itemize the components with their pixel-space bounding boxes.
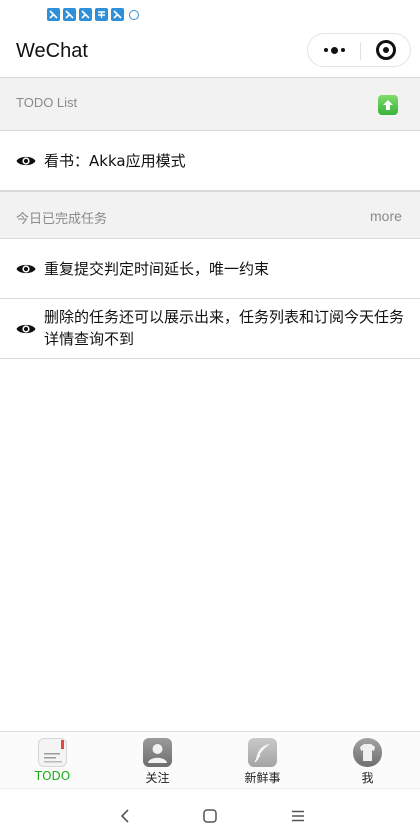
status-bar <box>0 0 420 30</box>
done-item[interactable]: 重复提交判定时间延长，唯一约束 <box>0 239 420 299</box>
notification-icon <box>79 8 92 21</box>
tab-label: TODO <box>34 769 71 783</box>
eye-icon <box>16 324 36 334</box>
app-header: WeChat <box>0 30 420 78</box>
tab-label: 我 <box>361 771 374 785</box>
eye-icon <box>16 156 36 166</box>
tab-news[interactable]: 新鲜事 <box>210 732 315 790</box>
notification-icon <box>129 10 139 20</box>
done-today-header: 今日已完成任务 more <box>0 191 420 239</box>
square-home-icon <box>203 809 217 823</box>
tab-me[interactable]: 我 <box>315 732 420 790</box>
back-button[interactable] <box>113 804 137 828</box>
notification-icon <box>63 8 76 21</box>
notification-icon <box>111 8 124 21</box>
chevron-left-icon <box>120 809 129 823</box>
done-item[interactable]: 删除的任务还可以展示出来，任务列表和订阅今天任务 详情查询不到 <box>0 299 420 359</box>
tab-follow[interactable]: 关注 <box>105 732 210 790</box>
todo-item[interactable]: 看书：Akka应用模式 <box>0 131 420 191</box>
todo-list-title: TODO List <box>16 95 78 110</box>
todo-note-icon <box>38 738 67 767</box>
tab-label: 关注 <box>145 771 170 785</box>
done-item-text: 重复提交判定时间延长，唯一约束 <box>44 260 270 278</box>
more-dots-icon <box>340 48 345 52</box>
system-nav-bar <box>0 790 420 840</box>
close-button[interactable] <box>361 34 411 66</box>
more-link[interactable]: more <box>370 208 402 224</box>
feather-icon <box>248 738 277 767</box>
mini-program-capsule <box>307 33 411 67</box>
target-close-icon <box>383 47 389 53</box>
shirt-icon <box>353 738 382 767</box>
done-today-title: 今日已完成任务 <box>16 211 108 226</box>
home-button[interactable] <box>198 804 222 828</box>
more-dots-icon <box>330 46 338 54</box>
target-close-icon <box>376 40 396 60</box>
more-menu-button[interactable] <box>308 34 360 66</box>
eye-icon <box>16 264 36 274</box>
notification-icons <box>47 8 139 21</box>
upload-icon[interactable] <box>378 95 398 115</box>
done-item-text: 删除的任务还可以展示出来，任务列表和订阅今天任务 详情查询不到 <box>44 308 405 348</box>
tab-label: 新鲜事 <box>244 771 281 785</box>
todo-list-header: TODO List <box>0 77 420 131</box>
todo-item-text: 看书：Akka应用模式 <box>44 152 186 170</box>
person-icon <box>143 738 172 767</box>
tab-bar: TODO 关注 新鲜事 我 <box>0 731 420 789</box>
notification-icon <box>95 8 108 21</box>
notification-icon <box>47 8 60 21</box>
menu-lines-icon <box>292 810 304 822</box>
tab-todo[interactable]: TODO <box>0 732 105 790</box>
more-dots-icon <box>323 48 328 52</box>
recent-apps-button[interactable] <box>286 804 310 828</box>
page-title: WeChat <box>16 40 88 62</box>
